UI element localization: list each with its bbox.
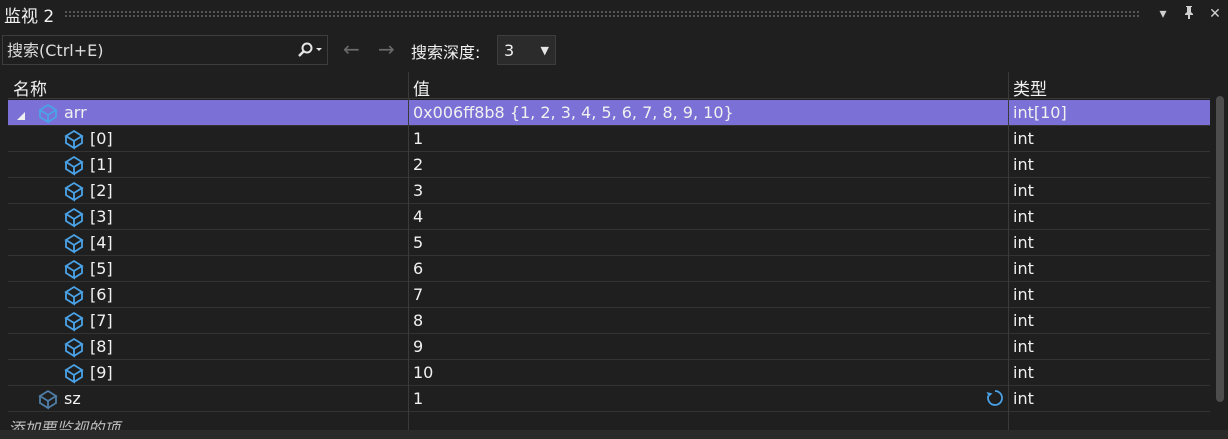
search-icon[interactable] bbox=[293, 42, 327, 58]
search-box bbox=[2, 35, 328, 65]
row-type: int bbox=[1013, 233, 1034, 252]
row-value[interactable]: 1 bbox=[413, 389, 423, 408]
row-value[interactable]: 1 bbox=[413, 129, 423, 148]
row-name: [8] bbox=[90, 337, 113, 356]
row-name: [1] bbox=[90, 155, 113, 174]
row-name: [5] bbox=[90, 259, 113, 278]
row-name: [7] bbox=[90, 311, 113, 330]
variable-icon bbox=[63, 180, 85, 202]
row-name: [0] bbox=[90, 129, 113, 148]
table-row[interactable]: [3] 4 int bbox=[8, 204, 1210, 230]
forward-arrow-icon[interactable]: → bbox=[378, 37, 395, 61]
variable-icon bbox=[63, 284, 85, 306]
horizontal-scrollbar[interactable] bbox=[0, 430, 1228, 439]
row-value[interactable]: 2 bbox=[413, 155, 423, 174]
row-type: int bbox=[1013, 155, 1034, 174]
table-row[interactable]: [5] 6 int bbox=[8, 256, 1210, 282]
table-row[interactable]: [0] 1 int bbox=[8, 126, 1210, 152]
row-type: int bbox=[1013, 337, 1034, 356]
row-value[interactable]: 0x006ff8b8 {1, 2, 3, 4, 5, 6, 7, 8, 9, 1… bbox=[413, 103, 734, 122]
row-type: int bbox=[1013, 285, 1034, 304]
refresh-icon[interactable] bbox=[985, 388, 1005, 408]
row-name: [6] bbox=[90, 285, 113, 304]
variable-icon bbox=[37, 388, 59, 410]
chevron-down-icon: ▼ bbox=[540, 43, 549, 57]
row-value[interactable]: 10 bbox=[413, 363, 433, 382]
variable-icon bbox=[63, 206, 85, 228]
table-row[interactable]: arr 0x006ff8b8 {1, 2, 3, 4, 5, 6, 7, 8, 9… bbox=[8, 100, 1210, 126]
row-name: [9] bbox=[90, 363, 113, 382]
row-type: int bbox=[1013, 129, 1034, 148]
search-input[interactable] bbox=[3, 36, 293, 64]
row-name: [4] bbox=[90, 233, 113, 252]
variable-icon bbox=[63, 154, 85, 176]
variable-icon bbox=[63, 336, 85, 358]
column-divider[interactable] bbox=[1008, 72, 1009, 430]
variable-icon bbox=[63, 258, 85, 280]
variable-icon bbox=[63, 310, 85, 332]
row-value[interactable]: 5 bbox=[413, 233, 423, 252]
scrollbar-thumb[interactable] bbox=[1216, 96, 1224, 402]
row-type: int[10] bbox=[1013, 103, 1067, 122]
pin-icon[interactable] bbox=[1176, 5, 1202, 23]
row-type: int bbox=[1013, 311, 1034, 330]
row-type: int bbox=[1013, 363, 1034, 382]
table-row[interactable]: [7] 8 int bbox=[8, 308, 1210, 334]
watch-toolbar: ← → 搜索深度: 3 ▼ bbox=[0, 33, 1228, 69]
variable-icon bbox=[63, 128, 85, 150]
table-row[interactable]: [1] 2 int bbox=[8, 152, 1210, 178]
search-depth-value: 3 bbox=[504, 40, 515, 60]
window-title: 监视 2 bbox=[4, 6, 55, 27]
table-row[interactable]: [9] 10 int bbox=[8, 360, 1210, 386]
column-header-value[interactable]: 值 bbox=[413, 75, 430, 100]
row-type: int bbox=[1013, 389, 1034, 408]
watch-grid: 名称 值 类型 arr 0x006ff8b8 {1, 2, 3, 4, 5, 6,… bbox=[8, 72, 1210, 430]
row-name: [2] bbox=[90, 181, 113, 200]
close-icon[interactable]: ✕ bbox=[1202, 6, 1228, 22]
row-value[interactable]: 4 bbox=[413, 207, 423, 226]
table-row[interactable]: [8] 9 int bbox=[8, 334, 1210, 360]
row-type: int bbox=[1013, 259, 1034, 278]
variable-icon bbox=[63, 362, 85, 384]
row-value[interactable]: 7 bbox=[413, 285, 423, 304]
titlebar-grip[interactable] bbox=[64, 10, 1140, 18]
grid-header: 名称 值 类型 bbox=[8, 72, 1210, 100]
row-value[interactable]: 9 bbox=[413, 337, 423, 356]
tool-window-titlebar: 监视 2 ▾ ✕ bbox=[0, 0, 1228, 28]
column-header-type[interactable]: 类型 bbox=[1013, 75, 1047, 100]
row-name: sz bbox=[64, 389, 81, 408]
row-name: arr bbox=[64, 103, 87, 122]
vertical-scrollbar[interactable] bbox=[1213, 72, 1227, 430]
row-name: [3] bbox=[90, 207, 113, 226]
row-type: int bbox=[1013, 207, 1034, 226]
column-header-name[interactable]: 名称 bbox=[13, 75, 47, 100]
row-type: int bbox=[1013, 181, 1034, 200]
table-row[interactable]: [6] 7 int bbox=[8, 282, 1210, 308]
search-depth-select[interactable]: 3 ▼ bbox=[497, 35, 556, 65]
row-value[interactable]: 3 bbox=[413, 181, 423, 200]
table-row[interactable]: [2] 3 int bbox=[8, 178, 1210, 204]
row-value[interactable]: 8 bbox=[413, 311, 423, 330]
variable-icon bbox=[37, 102, 59, 124]
table-row[interactable]: [4] 5 int bbox=[8, 230, 1210, 256]
row-value[interactable]: 6 bbox=[413, 259, 423, 278]
table-row[interactable]: sz 1 int bbox=[8, 386, 1210, 412]
column-divider[interactable] bbox=[408, 72, 409, 430]
search-depth-label: 搜索深度: bbox=[411, 43, 481, 62]
variable-icon bbox=[63, 232, 85, 254]
back-arrow-icon[interactable]: ← bbox=[343, 37, 360, 61]
dropdown-icon[interactable]: ▾ bbox=[1150, 6, 1176, 22]
